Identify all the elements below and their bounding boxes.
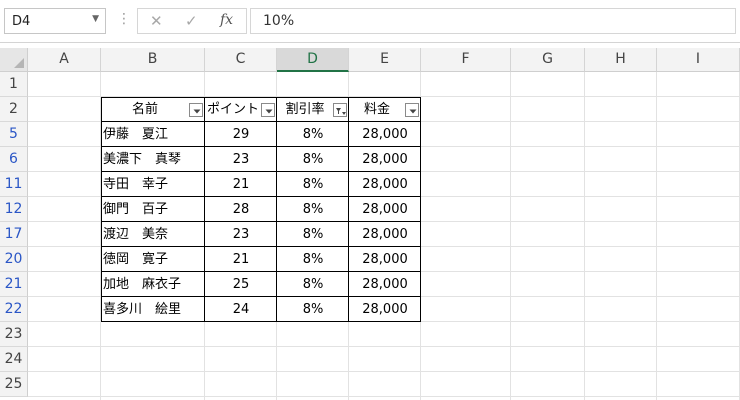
select-all-icon — [14, 58, 24, 68]
chevron-down-icon[interactable]: ▼ — [92, 14, 99, 24]
select-all-corner[interactable] — [0, 48, 28, 72]
column-header-i[interactable]: I — [657, 48, 740, 72]
row-header-1[interactable]: 1 — [0, 72, 28, 97]
row-header-17[interactable]: 17 — [0, 222, 28, 247]
table-border — [101, 196, 421, 197]
table-cell[interactable]: 23 — [205, 222, 277, 247]
column-header-b[interactable]: B — [101, 48, 205, 72]
table-header-cell[interactable]: 名前 — [101, 97, 189, 122]
table-cell[interactable]: 喜多川 絵里 — [101, 297, 205, 322]
table-cell[interactable]: 28,000 — [349, 147, 421, 172]
table-cell[interactable]: 24 — [205, 297, 277, 322]
table-border — [101, 271, 421, 272]
table-border — [101, 221, 421, 222]
more-options-icon[interactable]: ⋮ — [117, 11, 131, 27]
name-box-value: D4 — [12, 14, 31, 29]
insert-function-icon[interactable]: fx — [220, 12, 233, 28]
table-cell[interactable]: 21 — [205, 172, 277, 197]
check-icon[interactable]: ✓ — [185, 12, 198, 30]
table-cell[interactable]: 徳岡 寛子 — [101, 247, 205, 272]
table-cell[interactable]: 28,000 — [349, 122, 421, 147]
row-header-2[interactable]: 2 — [0, 97, 28, 122]
row-header-25[interactable]: 25 — [0, 372, 28, 397]
row-header-12[interactable]: 12 — [0, 197, 28, 222]
column-header-c[interactable]: C — [205, 48, 277, 72]
table-cell[interactable]: 御門 百子 — [101, 197, 205, 222]
row-header-20[interactable]: 20 — [0, 247, 28, 272]
cancel-icon[interactable]: ✕ — [150, 12, 163, 30]
table-header-cell[interactable]: 割引率 — [277, 97, 333, 122]
table-border — [348, 97, 349, 322]
table-cell[interactable]: 28,000 — [349, 247, 421, 272]
table-cell[interactable]: 21 — [205, 247, 277, 272]
row-header-22[interactable]: 22 — [0, 297, 28, 322]
table-cell[interactable]: 28,000 — [349, 172, 421, 197]
column-header-d[interactable]: D — [277, 48, 349, 72]
formula-value: 10% — [263, 13, 295, 29]
gridline — [28, 346, 740, 347]
formula-bar: D4 ▼ ⋮ ✕ ✓ fx 10% — [0, 0, 740, 43]
column-header-h[interactable]: H — [585, 48, 657, 72]
table-border — [420, 97, 421, 322]
table-border — [276, 97, 277, 322]
table-cell[interactable]: 23 — [205, 147, 277, 172]
table-cell[interactable]: 8% — [277, 247, 349, 272]
column-header-a[interactable]: A — [28, 48, 101, 72]
table-cell[interactable]: 28,000 — [349, 197, 421, 222]
table-cell[interactable]: 8% — [277, 172, 349, 197]
table-border — [101, 97, 102, 322]
row-header-6[interactable]: 6 — [0, 147, 28, 172]
table-border — [101, 97, 421, 98]
column-header-g[interactable]: G — [511, 48, 585, 72]
table-cell[interactable]: 28,000 — [349, 272, 421, 297]
table-border — [101, 321, 421, 322]
row-header-5[interactable]: 5 — [0, 122, 28, 147]
row-header-24[interactable]: 24 — [0, 347, 28, 372]
table-cell[interactable]: 29 — [205, 122, 277, 147]
gridline — [28, 371, 740, 372]
table-cell[interactable]: 加地 麻衣子 — [101, 272, 205, 297]
formula-buttons: ✕ ✓ fx — [137, 8, 247, 34]
table-border — [101, 246, 421, 247]
table-header-cell[interactable]: ポイント — [205, 97, 261, 122]
column-header-f[interactable]: F — [421, 48, 511, 72]
table-header-cell[interactable]: 料金 — [349, 97, 405, 122]
table-cell[interactable]: 伊藤 夏江 — [101, 122, 205, 147]
table-border — [101, 146, 421, 147]
table-cell[interactable]: 美濃下 真琴 — [101, 147, 205, 172]
filter-active-icon[interactable] — [333, 103, 347, 117]
table-cell[interactable]: 25 — [205, 272, 277, 297]
table-border — [101, 296, 421, 297]
filter-dropdown-icon[interactable] — [405, 103, 419, 117]
table-cell[interactable]: 28,000 — [349, 297, 421, 322]
row-header-11[interactable]: 11 — [0, 172, 28, 197]
row-header-21[interactable]: 21 — [0, 272, 28, 297]
table-cell[interactable]: 渡辺 美奈 — [101, 222, 205, 247]
table-cell[interactable]: 8% — [277, 222, 349, 247]
filter-dropdown-icon[interactable] — [189, 103, 203, 117]
gridline — [28, 396, 740, 397]
table-cell[interactable]: 8% — [277, 272, 349, 297]
name-box[interactable]: D4 ▼ — [4, 8, 106, 34]
table-cell[interactable]: 28 — [205, 197, 277, 222]
table-border — [101, 121, 421, 122]
filter-dropdown-icon[interactable] — [261, 103, 275, 117]
row-header-23[interactable]: 23 — [0, 322, 28, 347]
formula-input[interactable]: 10% — [250, 8, 736, 34]
table-cell[interactable]: 8% — [277, 197, 349, 222]
table-cell[interactable]: 8% — [277, 147, 349, 172]
table-cell[interactable]: 28,000 — [349, 222, 421, 247]
table-cell[interactable]: 寺田 幸子 — [101, 172, 205, 197]
table-border — [101, 171, 421, 172]
table-border — [204, 97, 205, 322]
table-cell[interactable]: 8% — [277, 122, 349, 147]
table-cell[interactable]: 8% — [277, 297, 349, 322]
column-header-e[interactable]: E — [349, 48, 421, 72]
